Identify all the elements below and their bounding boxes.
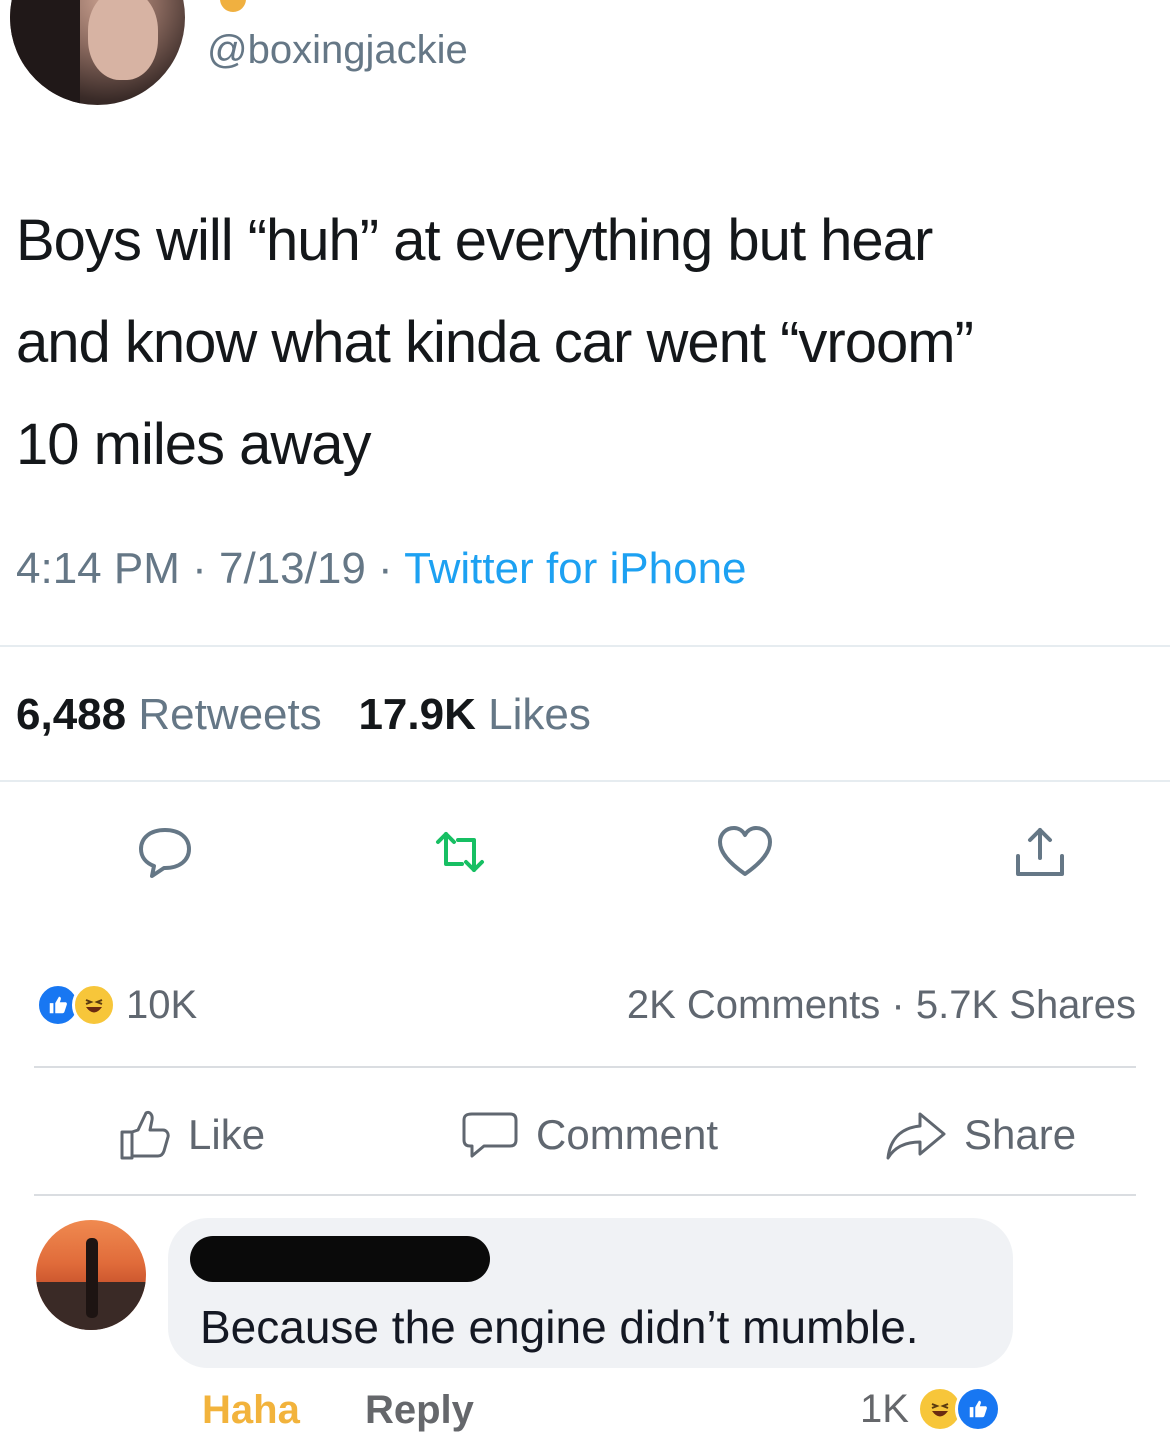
tweet-stats: 6,488 Retweets 17.9K Likes [16,690,591,740]
emoji-badge-icon [220,0,246,12]
comments-shares-summary: 2K Comments · 5.7K Shares [626,983,1136,1027]
divider [34,1194,1136,1196]
tweet-text-line: Boys will “huh” at everything but hear [16,208,933,273]
comment-reaction-count: 1K [860,1386,909,1431]
tweet-date: 7/13/19 [219,544,366,593]
like-label: Like [188,1111,266,1158]
share-button[interactable]: Share [884,1108,1076,1162]
tweet-meta: 4:14 PM · 7/13/19 · Twitter for iPhone [16,544,747,593]
comment-haha-button[interactable]: Haha [202,1388,300,1432]
share-label: Share [964,1111,1077,1158]
tweet-text: Boys will “huh” at everything but hear a… [16,190,1166,496]
tweet-time: 4:14 PM [16,544,180,593]
retweets-count: 6,488 [16,690,127,739]
like-heart-icon[interactable] [715,822,775,882]
tweet-source-link[interactable]: Twitter for iPhone [404,544,746,593]
tweet-text-line: and know what kinda car went “vroom” [16,310,974,375]
likes-label: Likes [488,690,591,739]
avatar[interactable] [10,0,185,105]
reactions-summary[interactable]: 10K [36,983,197,1027]
user-handle[interactable]: @boxingjackie [207,28,468,73]
shares-count-link[interactable]: 5.7K Shares [916,983,1136,1027]
likes-stat[interactable]: 17.9K Likes [358,690,590,739]
comment-bubble-icon [462,1112,518,1158]
like-reaction-icon [954,1386,1001,1432]
comment-text: Because the engine didn’t mumble. [200,1301,919,1353]
divider [0,780,1170,782]
retweets-stat[interactable]: 6,488 Retweets [16,690,322,739]
reply-icon[interactable] [135,822,195,882]
tweet-text-line: 10 miles away [16,412,371,477]
comment-reactions[interactable]: 1K [860,1386,1001,1432]
commenter-avatar[interactable] [36,1220,146,1330]
retweets-label: Retweets [138,690,322,739]
divider [0,645,1170,647]
comment-button[interactable]: Comment [460,1108,718,1162]
thumbs-up-icon [120,1110,170,1160]
comment-actions: Haha Reply [202,1388,474,1433]
comment-reply-button[interactable]: Reply [365,1388,474,1432]
like-button[interactable]: Like [118,1108,265,1162]
haha-reaction-icon [72,983,116,1027]
comments-count-link[interactable]: 2K Comments [627,983,880,1027]
divider [34,1066,1136,1068]
reactions-count: 10K [126,982,198,1027]
retweet-icon[interactable] [430,822,490,882]
share-icon[interactable] [1010,822,1070,882]
share-arrow-icon [886,1112,946,1160]
likes-count: 17.9K [358,690,476,739]
comment-label: Comment [536,1111,719,1158]
redacted-name [190,1236,490,1282]
